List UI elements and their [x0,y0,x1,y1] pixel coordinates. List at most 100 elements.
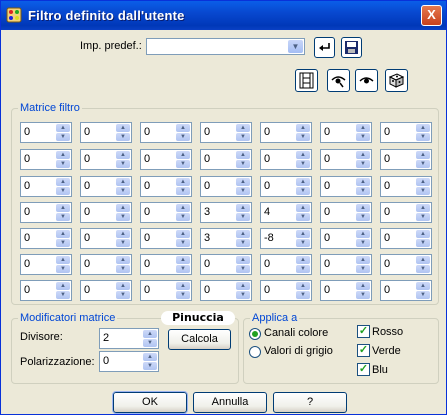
matrix-cell-value[interactable]: 3 [204,232,210,244]
divisor-spinner[interactable]: 2 ▲ ▼ [99,328,159,349]
spin-up-icon[interactable]: ▲ [236,282,250,290]
matrix-cell-value[interactable]: 0 [24,153,30,165]
matrix-cell[interactable]: -8 ▲ ▼ [260,228,312,249]
eye-toggle-button[interactable] [327,69,350,92]
spin-down-icon[interactable]: ▼ [416,213,430,221]
spin-down-icon[interactable]: ▼ [416,160,430,168]
spin-down-icon[interactable]: ▼ [143,362,157,370]
chevron-down-icon[interactable]: ▼ [288,40,303,53]
spin-down-icon[interactable]: ▼ [176,239,190,247]
spin-up-icon[interactable]: ▲ [176,178,190,186]
spin-up-icon[interactable]: ▲ [143,353,157,361]
spin-up-icon[interactable]: ▲ [416,204,430,212]
spin-down-icon[interactable]: ▼ [143,339,157,347]
matrix-cell[interactable]: 0 ▲ ▼ [200,176,252,197]
matrix-cell-value[interactable]: 0 [324,258,330,270]
matrix-cell-value[interactable]: 0 [384,180,390,192]
spin-down-icon[interactable]: ▼ [116,133,130,141]
spin-down-icon[interactable]: ▼ [296,160,310,168]
spin-down-icon[interactable]: ▼ [56,187,70,195]
spin-up-icon[interactable]: ▲ [416,178,430,186]
spin-down-icon[interactable]: ▼ [296,133,310,141]
spin-down-icon[interactable]: ▼ [236,265,250,273]
spin-up-icon[interactable]: ▲ [116,124,130,132]
spin-up-icon[interactable]: ▲ [236,256,250,264]
matrix-cell[interactable]: 0 ▲ ▼ [380,176,432,197]
spin-down-icon[interactable]: ▼ [56,160,70,168]
matrix-cell[interactable]: 0 ▲ ▼ [20,280,72,301]
spin-down-icon[interactable]: ▼ [296,239,310,247]
matrix-cell-value[interactable]: 0 [324,284,330,296]
matrix-cell[interactable]: 0 ▲ ▼ [380,122,432,143]
spin-up-icon[interactable]: ▲ [296,204,310,212]
film-button[interactable] [295,69,318,92]
matrix-cell-value[interactable]: 0 [384,258,390,270]
matrix-cell[interactable]: 0 ▲ ▼ [80,202,132,223]
matrix-cell[interactable]: 0 ▲ ▼ [80,176,132,197]
matrix-cell[interactable]: 0 ▲ ▼ [20,149,72,170]
matrix-cell-value[interactable]: 0 [204,258,210,270]
matrix-cell-value[interactable]: 0 [204,180,210,192]
matrix-cell-value[interactable]: 0 [84,232,90,244]
spin-down-icon[interactable]: ▼ [116,213,130,221]
matrix-cell-value[interactable]: 0 [24,126,30,138]
matrix-cell[interactable]: 0 ▲ ▼ [80,122,132,143]
spin-up-icon[interactable]: ▲ [116,204,130,212]
matrix-cell[interactable]: 0 ▲ ▼ [320,254,372,275]
matrix-cell-value[interactable]: 0 [204,153,210,165]
spin-up-icon[interactable]: ▲ [176,282,190,290]
spin-up-icon[interactable]: ▲ [236,204,250,212]
spin-up-icon[interactable]: ▲ [296,282,310,290]
spin-up-icon[interactable]: ▲ [356,124,370,132]
matrix-cell-value[interactable]: 0 [24,284,30,296]
matrix-cell[interactable]: 0 ▲ ▼ [320,176,372,197]
spin-up-icon[interactable]: ▲ [296,151,310,159]
spin-down-icon[interactable]: ▼ [176,291,190,299]
spin-up-icon[interactable]: ▲ [416,282,430,290]
matrix-cell-value[interactable]: 0 [324,206,330,218]
matrix-cell-value[interactable]: 0 [384,206,390,218]
matrix-cell[interactable]: 0 ▲ ▼ [260,280,312,301]
spin-up-icon[interactable]: ▲ [56,256,70,264]
matrix-cell-value[interactable]: 0 [264,258,270,270]
spin-down-icon[interactable]: ▼ [416,239,430,247]
matrix-cell[interactable]: 0 ▲ ▼ [380,149,432,170]
spin-up-icon[interactable]: ▲ [56,230,70,238]
spin-up-icon[interactable]: ▲ [176,124,190,132]
matrix-cell-value[interactable]: 0 [324,153,330,165]
spin-down-icon[interactable]: ▼ [356,213,370,221]
spin-down-icon[interactable]: ▼ [356,291,370,299]
matrix-cell-value[interactable]: 0 [204,126,210,138]
spin-up-icon[interactable]: ▲ [176,151,190,159]
matrix-cell-value[interactable]: 0 [384,232,390,244]
spin-down-icon[interactable]: ▼ [296,213,310,221]
spin-up-icon[interactable]: ▲ [56,282,70,290]
matrix-cell-value[interactable]: 0 [264,153,270,165]
spin-down-icon[interactable]: ▼ [356,265,370,273]
spin-up-icon[interactable]: ▲ [416,124,430,132]
matrix-cell-value[interactable]: 0 [84,126,90,138]
spin-down-icon[interactable]: ▼ [296,265,310,273]
spin-up-icon[interactable]: ▲ [356,151,370,159]
cancel-button[interactable]: Annulla [193,392,267,413]
load-preset-button[interactable] [314,37,335,58]
matrix-cell-value[interactable]: 0 [324,180,330,192]
matrix-cell-value[interactable]: 0 [24,232,30,244]
matrix-cell-value[interactable]: 3 [204,206,210,218]
spin-down-icon[interactable]: ▼ [356,133,370,141]
matrix-cell-value[interactable]: 0 [84,284,90,296]
matrix-cell-value[interactable]: 4 [264,206,270,218]
spin-up-icon[interactable]: ▲ [176,230,190,238]
matrix-cell-value[interactable]: 0 [84,153,90,165]
spin-down-icon[interactable]: ▼ [56,239,70,247]
spin-up-icon[interactable]: ▲ [176,204,190,212]
spin-up-icon[interactable]: ▲ [236,178,250,186]
matrix-cell[interactable]: 0 ▲ ▼ [200,122,252,143]
matrix-cell-value[interactable]: 0 [204,284,210,296]
matrix-cell[interactable]: 0 ▲ ▼ [200,149,252,170]
spin-down-icon[interactable]: ▼ [176,213,190,221]
spin-up-icon[interactable]: ▲ [116,282,130,290]
divisor-value[interactable]: 2 [103,332,109,344]
matrix-cell-value[interactable]: 0 [144,126,150,138]
matrix-cell[interactable]: 0 ▲ ▼ [320,280,372,301]
